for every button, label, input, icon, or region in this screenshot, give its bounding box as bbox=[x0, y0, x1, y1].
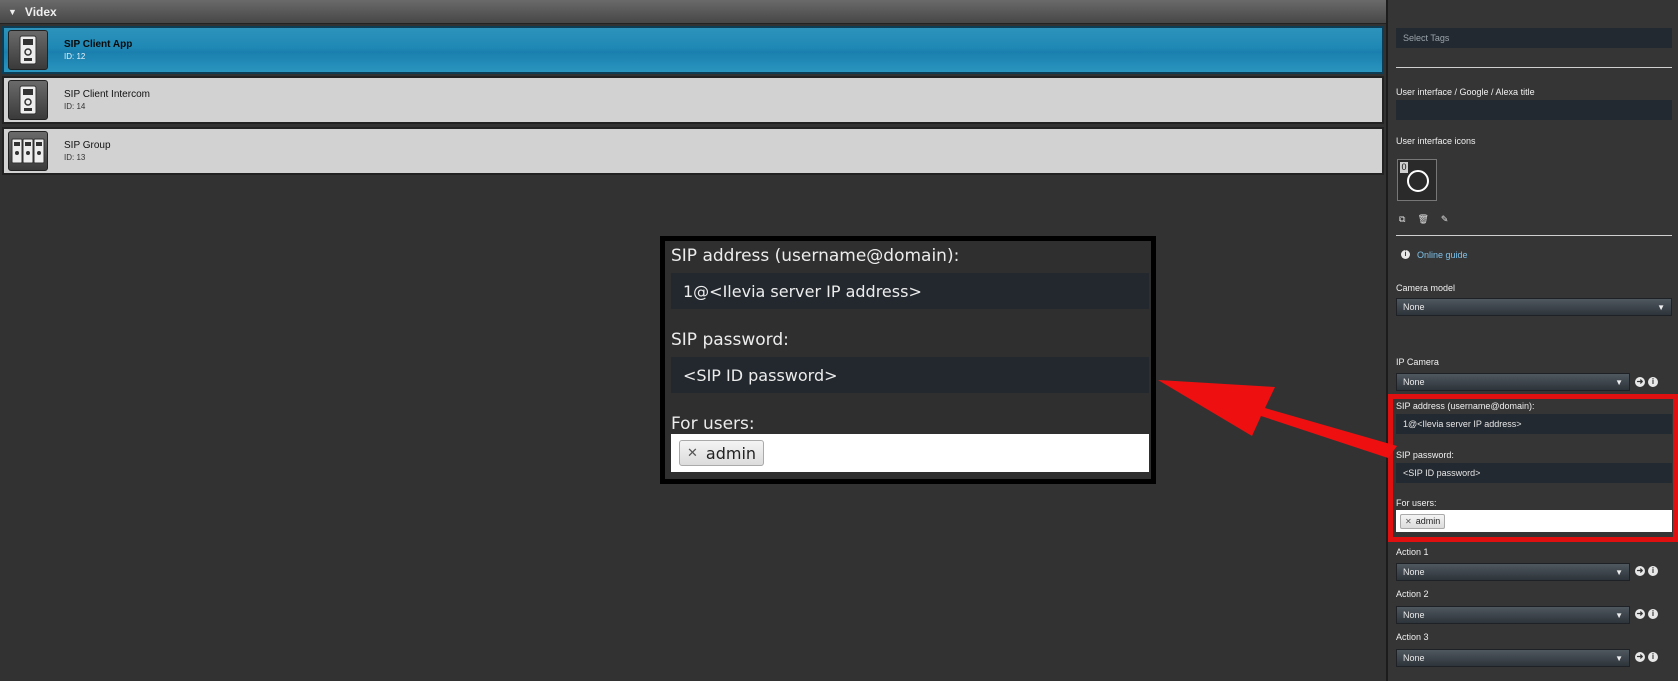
callout-arrow-icon bbox=[1158, 380, 1397, 458]
